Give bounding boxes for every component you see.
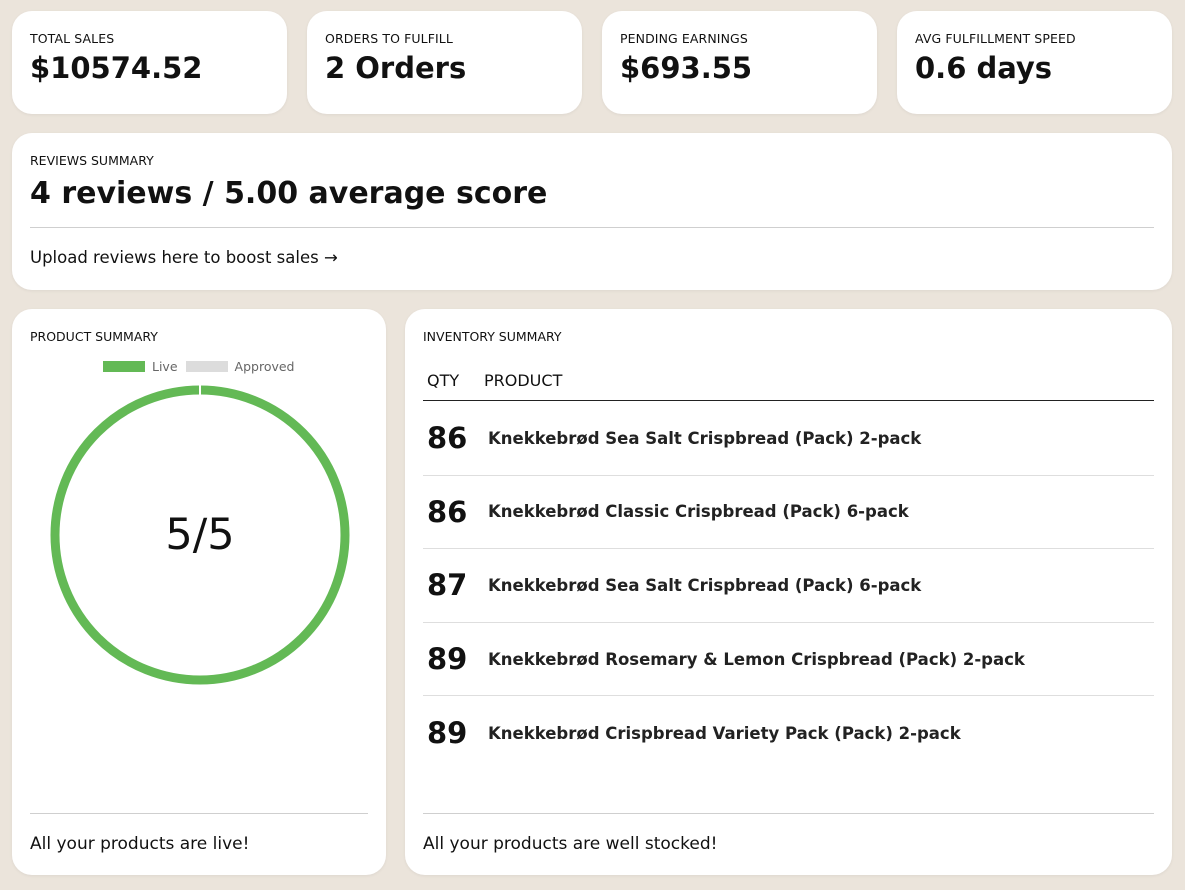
row-qty: 89 xyxy=(427,716,468,751)
product-summary-card: PRODUCT SUMMARY Live Approved 5/5 All yo… xyxy=(12,309,386,875)
stat-card-avg-fulfillment-speed: AVG FULFILLMENT SPEED 0.6 days xyxy=(897,11,1172,114)
legend-item-live[interactable]: Live xyxy=(103,359,178,374)
divider xyxy=(423,813,1154,814)
inventory-summary-card: INVENTORY SUMMARY QTY PRODUCT 86 Knekkeb… xyxy=(405,309,1172,875)
reviews-summary-label: REVIEWS SUMMARY xyxy=(30,153,154,168)
chart-legend: Live Approved xyxy=(103,359,303,374)
row-product: Knekkebrød Classic Crispbread (Pack) 6-p… xyxy=(488,502,909,522)
stat-card-pending-earnings: PENDING EARNINGS $693.55 xyxy=(602,11,877,114)
row-product: Knekkebrød Sea Salt Crispbread (Pack) 2-… xyxy=(488,428,922,448)
inventory-summary-footer: All your products are well stocked! xyxy=(423,834,718,854)
reviews-summary-value: 4 reviews / 5.00 average score xyxy=(30,176,548,211)
row-product: Knekkebrød Rosemary & Lemon Crispbread (… xyxy=(488,649,1025,669)
stat-value: $10574.52 xyxy=(30,51,203,85)
column-header-product: PRODUCT xyxy=(484,371,563,390)
column-header-qty: QTY xyxy=(427,371,460,390)
divider xyxy=(30,813,368,814)
table-row: 86 Knekkebrød Classic Crispbread (Pack) … xyxy=(423,476,1154,550)
product-summary-footer: All your products are live! xyxy=(30,834,250,854)
legend-label: Live xyxy=(152,359,178,374)
row-product: Knekkebrød Crispbread Variety Pack (Pack… xyxy=(488,723,961,743)
stat-value: 2 Orders xyxy=(325,51,467,85)
stat-value: $693.55 xyxy=(620,51,753,85)
stat-label: AVG FULFILLMENT SPEED xyxy=(915,31,1076,46)
table-row: 89 Knekkebrød Crispbread Variety Pack (P… xyxy=(423,696,1154,770)
reviews-summary-card: REVIEWS SUMMARY 4 reviews / 5.00 average… xyxy=(12,133,1172,290)
product-donut-chart: 5/5 xyxy=(50,381,350,685)
row-qty: 86 xyxy=(427,421,468,456)
stat-label: TOTAL SALES xyxy=(30,31,115,46)
legend-item-approved[interactable]: Approved xyxy=(185,359,295,374)
table-row: 86 Knekkebrød Sea Salt Crispbread (Pack)… xyxy=(423,402,1154,476)
stat-card-total-sales: TOTAL SALES $10574.52 xyxy=(12,11,287,114)
inventory-summary-label: INVENTORY SUMMARY xyxy=(423,329,562,344)
legend-swatch-live xyxy=(103,361,145,372)
product-summary-label: PRODUCT SUMMARY xyxy=(30,329,158,344)
stat-card-orders-to-fulfill: ORDERS TO FULFILL 2 Orders xyxy=(307,11,582,114)
stat-label: PENDING EARNINGS xyxy=(620,31,748,46)
inventory-table-body: 86 Knekkebrød Sea Salt Crispbread (Pack)… xyxy=(423,402,1154,770)
row-product: Knekkebrød Sea Salt Crispbread (Pack) 6-… xyxy=(488,575,922,595)
legend-label: Approved xyxy=(234,359,295,374)
stat-value: 0.6 days xyxy=(915,51,1053,85)
row-qty: 89 xyxy=(427,642,468,677)
row-qty: 86 xyxy=(427,494,468,529)
donut-center-text: 5/5 xyxy=(165,510,235,560)
inventory-table-header: QTY PRODUCT xyxy=(423,371,1154,401)
row-qty: 87 xyxy=(427,568,468,603)
table-row: 89 Knekkebrød Rosemary & Lemon Crispbrea… xyxy=(423,623,1154,697)
divider xyxy=(30,227,1154,228)
stat-label: ORDERS TO FULFILL xyxy=(325,31,453,46)
table-row: 87 Knekkebrød Sea Salt Crispbread (Pack)… xyxy=(423,549,1154,623)
upload-reviews-link[interactable]: Upload reviews here to boost sales → xyxy=(30,248,1154,267)
legend-swatch-approved xyxy=(185,361,228,372)
